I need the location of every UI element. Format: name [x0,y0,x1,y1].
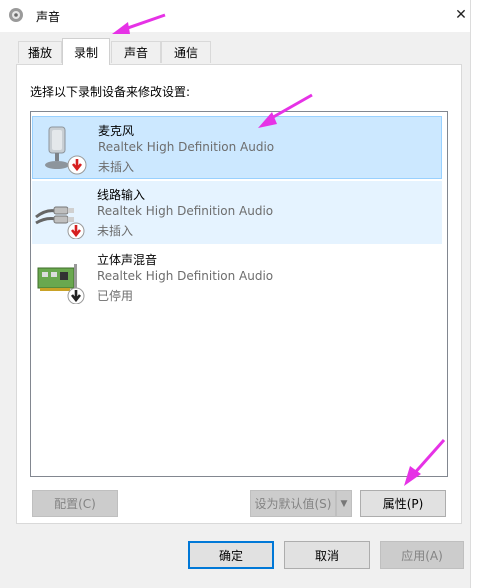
sound-card-icon [34,252,90,305]
tab-communications[interactable]: 通信 [161,41,211,63]
device-item-microphone[interactable]: 麦克风 Realtek High Definition Audio 未插入 [32,116,442,179]
device-status: 未插入 [97,224,134,238]
tab-label: 录制 [73,45,98,60]
device-item-line-in[interactable]: 线路输入 Realtek High Definition Audio 未插入 [32,181,442,244]
device-name: 麦克风 [98,124,135,138]
button-label: 配置(C) [54,497,96,511]
cancel-button[interactable]: 取消 [284,541,370,569]
set-default-button[interactable]: 设为默认值(S) [250,490,336,517]
title-bar [0,0,479,32]
button-label: 取消 [314,548,339,563]
properties-button[interactable]: 属性(P) [360,490,446,517]
set-default-dropdown-button[interactable]: ▼ [336,490,352,517]
speaker-icon [8,7,24,23]
background-window-edge [470,0,479,588]
tab-sounds[interactable]: 声音 [111,41,161,63]
line-in-cable-icon [34,187,90,240]
device-status: 已停用 [97,289,134,303]
button-label: 应用(A) [401,548,443,563]
apply-button[interactable]: 应用(A) [380,541,464,569]
button-label: 确定 [218,548,243,563]
instruction-text: 选择以下录制设备来修改设置: [30,85,191,99]
chevron-down-icon: ▼ [340,498,348,509]
device-name: 立体声混音 [97,253,158,267]
tab-playback[interactable]: 播放 [18,41,62,63]
window-title: 声音 [36,10,61,24]
microphone-icon [35,123,91,175]
tab-label: 播放 [27,46,52,60]
device-driver: Realtek High Definition Audio [97,204,274,218]
ok-button[interactable]: 确定 [188,541,274,569]
tab-recording[interactable]: 录制 [62,38,110,65]
device-item-stereo-mix[interactable]: 立体声混音 Realtek High Definition Audio 已停用 [32,246,442,309]
close-icon: ✕ [455,7,467,23]
button-label: 设为默认值(S) [254,497,332,511]
device-status: 未插入 [98,160,135,174]
device-name: 线路输入 [97,188,146,202]
configure-button[interactable]: 配置(C) [32,490,118,517]
button-label: 属性(P) [382,497,424,511]
tab-label: 声音 [123,46,148,60]
device-driver: Realtek High Definition Audio [98,140,275,154]
tab-label: 通信 [173,46,198,60]
device-driver: Realtek High Definition Audio [97,269,274,283]
